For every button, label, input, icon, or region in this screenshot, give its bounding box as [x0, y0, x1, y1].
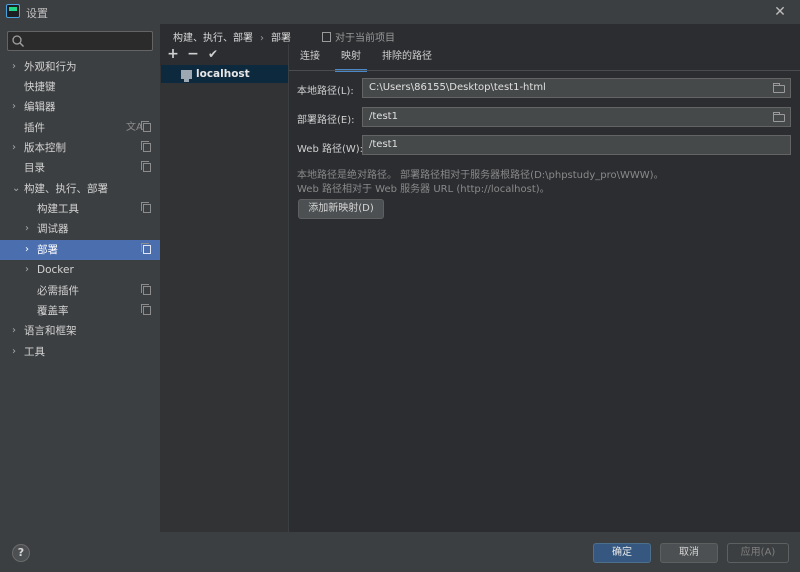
deploy-path-label: 部署路径(E):: [297, 115, 355, 126]
sidebar-item-label: 必需插件: [37, 285, 79, 297]
splitter[interactable]: [288, 44, 289, 532]
project-scope-icon: [141, 304, 151, 315]
chevron-right-icon: ›: [12, 346, 16, 357]
check-icon[interactable]: ✔: [206, 47, 220, 61]
sidebar-item-label: 覆盖率: [37, 305, 69, 317]
sidebar-item-plugins[interactable]: 插件 文A: [0, 118, 160, 138]
cancel-button[interactable]: 取消: [660, 543, 718, 563]
chevron-right-icon: ›: [25, 264, 29, 275]
sidebar-item-coverage[interactable]: 覆盖率: [0, 301, 160, 321]
help-note-line: Web 路径相对于 Web 服务器 URL (http://localhost)…: [297, 184, 550, 195]
add-mapping-button[interactable]: 添加新映射(D): [298, 199, 384, 219]
tab-connection[interactable]: 连接: [300, 47, 320, 67]
project-scope-text: 对于当前项目: [335, 33, 395, 44]
sidebar-item-debugger[interactable]: › 调试器: [0, 219, 160, 239]
local-path-label: 本地路径(L):: [297, 86, 354, 97]
sidebar-item-build-tools[interactable]: 构建工具: [0, 199, 160, 219]
sidebar-item-appearance[interactable]: › 外观和行为: [0, 57, 160, 77]
sidebar-item-languages-frameworks[interactable]: › 语言和框架: [0, 321, 160, 341]
sidebar-item-docker[interactable]: › Docker: [0, 260, 160, 280]
sidebar-item-label: Docker: [37, 264, 74, 276]
sidebar-item-label: 插件: [24, 122, 45, 134]
sidebar-item-label: 构建工具: [37, 203, 79, 215]
sidebar-item-editor[interactable]: › 编辑器: [0, 97, 160, 117]
help-icon[interactable]: ?: [12, 544, 30, 562]
tab-excluded-paths[interactable]: 排除的路径: [382, 47, 432, 67]
sidebar-item-tools[interactable]: › 工具: [0, 342, 160, 362]
local-path-field[interactable]: C:\Users\86155\Desktop\test1-html: [362, 78, 791, 98]
app-icon: [6, 4, 20, 18]
breadcrumb: 构建、执行、部署 › 部署: [173, 29, 291, 44]
sidebar-item-label: 快捷键: [24, 81, 56, 93]
sidebar-item-label: 调试器: [37, 223, 69, 235]
chevron-right-icon: ›: [12, 142, 16, 153]
sidebar-item-keymap[interactable]: 快捷键: [0, 77, 160, 97]
folder-icon[interactable]: [773, 112, 785, 122]
help-note-line: 本地路径是绝对路径。 部署路径相对于服务器根路径(D:\phpstudy_pro…: [297, 170, 664, 181]
web-path-field[interactable]: /test1: [362, 135, 791, 155]
server-list: [160, 66, 288, 532]
project-scope-icon: [141, 243, 151, 254]
settings-search-input[interactable]: [7, 31, 153, 51]
sidebar-item-label: 目录: [24, 162, 45, 174]
chevron-down-icon: ⌄: [12, 183, 21, 194]
title-bar: [0, 0, 800, 24]
search-icon: [12, 35, 24, 47]
chevron-right-icon: ›: [12, 101, 16, 112]
sidebar-item-label: 版本控制: [24, 142, 66, 154]
breadcrumb-item: 部署: [271, 33, 291, 44]
sidebar-item-build-execution-deployment[interactable]: ⌄ 构建、执行、部署: [0, 179, 160, 199]
server-name: localhost: [196, 68, 250, 80]
tab-mappings[interactable]: 映射: [335, 47, 367, 72]
sidebar-item-label: 编辑器: [24, 101, 56, 113]
tab-divider: [289, 70, 800, 71]
folder-icon[interactable]: [773, 83, 785, 93]
sidebar-item-label: 工具: [24, 346, 45, 358]
project-scope-icon: [141, 202, 151, 213]
ok-button[interactable]: 确定: [593, 543, 651, 563]
sidebar-item-label: 语言和框架: [24, 325, 77, 337]
copy-icon: [322, 32, 331, 42]
remove-icon[interactable]: −: [186, 47, 200, 61]
breadcrumb-item[interactable]: 构建、执行、部署: [173, 33, 253, 44]
web-path-label: Web 路径(W):: [297, 144, 364, 155]
project-scope-icon: [141, 161, 151, 172]
sidebar-item-deployment[interactable]: › 部署: [0, 240, 160, 260]
apply-button[interactable]: 应用(A): [727, 543, 789, 563]
chevron-right-icon: ›: [12, 325, 16, 336]
sidebar-item-directories[interactable]: 目录: [0, 158, 160, 178]
sidebar-item-label: 部署: [37, 244, 58, 256]
sidebar-item-label: 构建、执行、部署: [24, 183, 108, 195]
chevron-right-icon: ›: [12, 61, 16, 72]
sidebar-item-version-control[interactable]: › 版本控制: [0, 138, 160, 158]
close-icon[interactable]: ✕: [770, 2, 790, 22]
breadcrumb-separator: ›: [260, 33, 264, 44]
sidebar-item-label: 外观和行为: [24, 61, 77, 73]
server-icon: [181, 70, 192, 82]
project-scope-icon: [141, 121, 151, 132]
project-scope-icon: [141, 284, 151, 295]
server-list-toolbar: + − ✔: [160, 44, 288, 66]
sidebar-item-required-plugins[interactable]: 必需插件: [0, 281, 160, 301]
add-icon[interactable]: +: [166, 47, 180, 61]
project-scope-icon: [141, 141, 151, 152]
window-title: 设置: [26, 7, 48, 20]
project-scope-note: 对于当前项目: [322, 29, 395, 44]
chevron-right-icon: ›: [25, 223, 29, 234]
chevron-right-icon: ›: [25, 244, 29, 255]
deploy-path-field[interactable]: /test1: [362, 107, 791, 127]
